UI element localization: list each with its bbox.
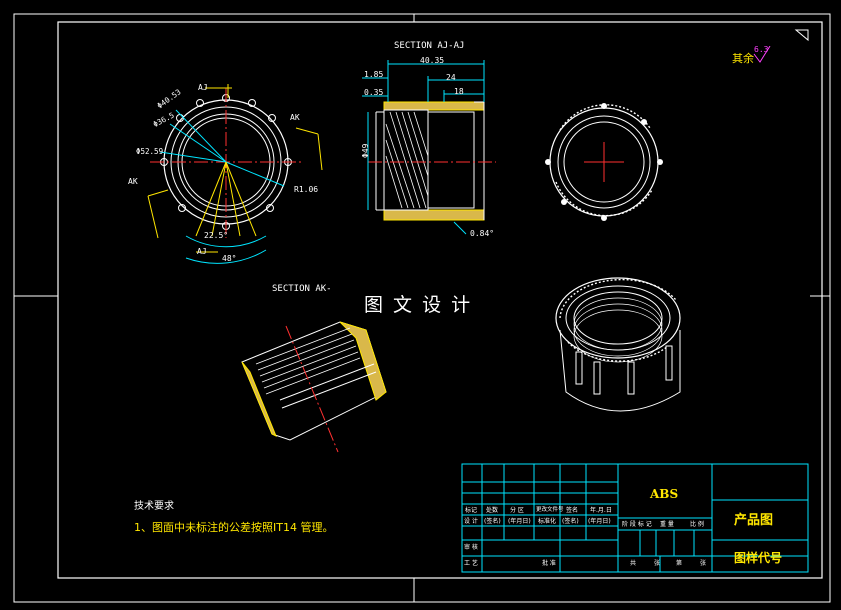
tb-row1-c2: 处数 xyxy=(486,507,499,514)
tb-sheet-total-unit: 张 xyxy=(654,560,661,567)
dim-40-35: 40.35 xyxy=(420,56,445,65)
tb-approve: 批 准 xyxy=(542,560,556,567)
dim-0-84: 0.84° xyxy=(470,229,495,238)
section-ak-title: SECTION AK- xyxy=(272,284,332,294)
section-aj-view xyxy=(362,60,496,235)
dim-phi52-59: Φ52.59 xyxy=(136,147,164,156)
dim-1-85: 1.85 xyxy=(364,70,384,79)
roughness-label: 其余 xyxy=(732,52,754,65)
section-aj-title: SECTION AJ-AJ xyxy=(394,41,465,51)
top-view xyxy=(545,103,663,221)
section-ak-view xyxy=(241,321,387,453)
dim-angle-48: 48° xyxy=(222,254,237,263)
dim-24: 24 xyxy=(446,73,456,82)
tb-row2-c4: 标准化 xyxy=(538,518,557,525)
tb-row2-c2: (签名) xyxy=(484,518,501,525)
tb-scale-header: 比 例 xyxy=(690,521,704,528)
tb-review: 审 核 xyxy=(464,544,478,551)
label-aj-bottom: AJ xyxy=(197,247,207,256)
tb-row1-c5: 签名 xyxy=(566,507,579,514)
label-ak-right: AK xyxy=(290,113,300,122)
tb-row2-c3: (年月日) xyxy=(508,518,531,525)
tb-sheet-no-unit: 张 xyxy=(700,560,707,567)
drawing-code: 图样代号 xyxy=(734,551,783,565)
tb-stage-header: 阶 段 标 记 xyxy=(622,521,652,528)
tech-notes-item1: 1、图面中未标注的公差按照IT14 管理。 xyxy=(134,521,334,534)
tb-sheet-no: 第 xyxy=(676,560,683,567)
tb-row1-c3: 分 区 xyxy=(510,507,524,514)
watermark: 图 文 设 计 xyxy=(364,294,473,316)
dim-angle-22-5: 22.5° xyxy=(204,231,229,240)
dim-0-35: 0.35 xyxy=(364,88,384,97)
tb-weight-header: 重 量 xyxy=(660,521,674,528)
drawing-name: 产品图 xyxy=(734,513,774,528)
tb-row1-c4: 更改文件号 xyxy=(536,507,564,513)
tb-row1-c1: 标记 xyxy=(465,507,478,514)
tb-row1-c6: 年.月.日 xyxy=(590,507,612,514)
tb-row2-c1: 设 计 xyxy=(464,518,478,525)
orientation-arrow xyxy=(794,29,809,42)
dim-phi49: Φ49 xyxy=(361,143,370,158)
tb-row2-c6: (年月日) xyxy=(588,518,611,525)
dim-r1-06: R1.06 xyxy=(294,185,319,194)
iso-view xyxy=(555,277,681,412)
material-label: ABS xyxy=(650,487,679,501)
front-view xyxy=(147,84,323,264)
tb-process: 工 艺 xyxy=(464,560,478,567)
label-aj-top: AJ xyxy=(198,83,208,92)
label-ak-left: AK xyxy=(128,177,138,186)
tb-row2-c5: (签名) xyxy=(562,518,579,525)
roughness-symbol xyxy=(753,46,771,63)
dim-18: 18 xyxy=(454,87,464,96)
tech-notes-heading: 技术要求 xyxy=(134,501,174,512)
tb-sheet-total: 共 xyxy=(630,560,637,567)
